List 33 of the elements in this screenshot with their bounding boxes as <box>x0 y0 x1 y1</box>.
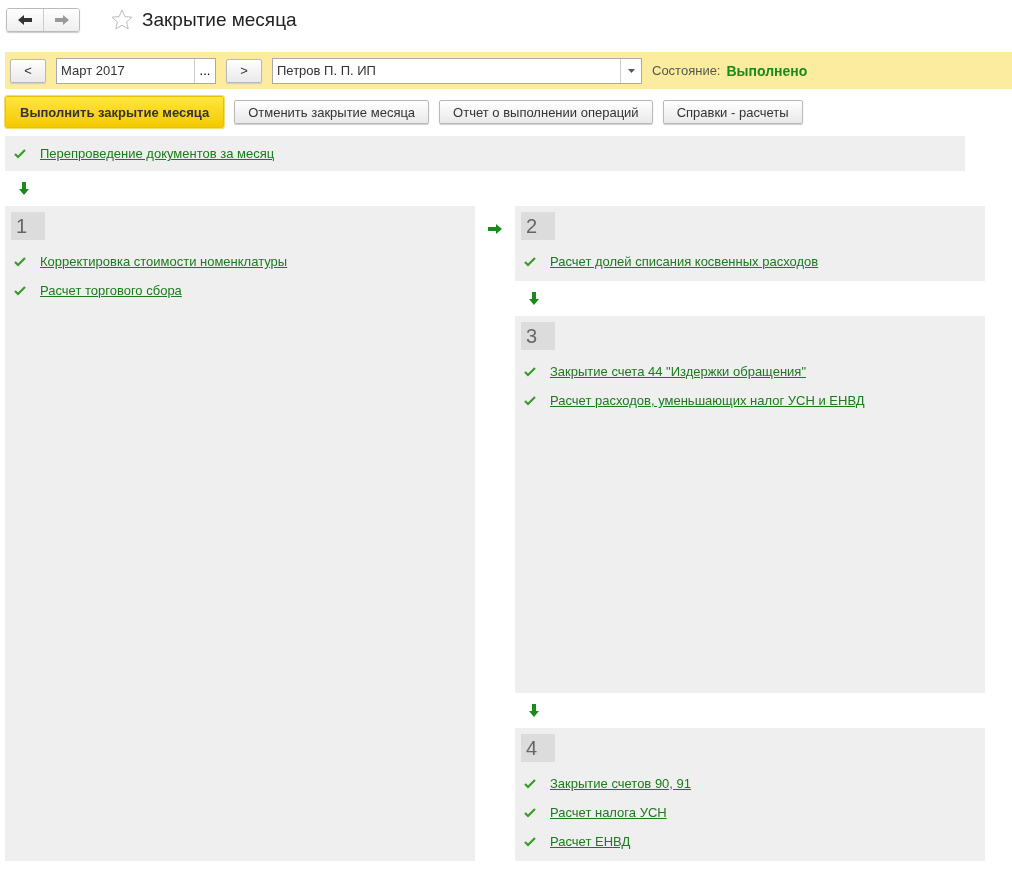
caret-icon <box>627 68 635 73</box>
arrow-left-icon <box>18 15 32 25</box>
organization-field[interactable]: Петров П. П. ИП <box>272 57 642 84</box>
stage-number: 2 <box>521 212 555 240</box>
back-button[interactable] <box>7 9 43 31</box>
operation-link[interactable]: Расчет долей списания косвенных расходов <box>550 254 819 269</box>
star-icon[interactable] <box>110 8 134 32</box>
stage-number: 4 <box>521 734 555 762</box>
operation-link[interactable]: Расчет налога УСН <box>550 805 667 820</box>
arrow-right-icon <box>54 15 69 25</box>
status-value: Выполнено <box>726 62 808 79</box>
status-label: Состояние: <box>652 63 721 78</box>
next-period-button[interactable]: > <box>226 58 262 83</box>
operation-link[interactable]: Закрытие счетов 90, 91 <box>550 776 692 791</box>
operation-link[interactable]: Корректировка стоимости номенклатуры <box>40 254 288 269</box>
stage-number: 3 <box>521 322 555 350</box>
stage-number: 1 <box>11 212 45 240</box>
action-button[interactable]: Отменить закрытие месяца <box>234 100 430 124</box>
operation-link[interactable]: Расчет торгового сбора <box>40 283 182 298</box>
action-button[interactable]: Справки - расчеты <box>662 100 803 124</box>
arrow-right-icon <box>488 224 502 234</box>
operation-link[interactable]: Расчет расходов, уменьшающих налог УСН и ЕНВД <box>550 393 865 408</box>
arrow-down-icon <box>19 182 29 195</box>
arrow-down-icon <box>529 704 539 717</box>
action-button[interactable]: Отчет о выполнении операций <box>439 100 653 124</box>
window-title: Закрытие месяца <box>142 9 297 31</box>
operation-link[interactable]: Перепроведение документов за месяц <box>40 146 275 161</box>
operation-link[interactable]: Расчет ЕНВД <box>550 834 631 849</box>
action-button[interactable]: Выполнить закрытие месяца <box>5 96 225 128</box>
operation-link[interactable]: Закрытие счета 44 "Издержки обращения" <box>550 364 806 379</box>
previous-period-button[interactable]: < <box>10 58 46 83</box>
period-field[interactable]: Март 2017 ... <box>56 57 216 84</box>
arrow-down-icon <box>529 292 539 305</box>
